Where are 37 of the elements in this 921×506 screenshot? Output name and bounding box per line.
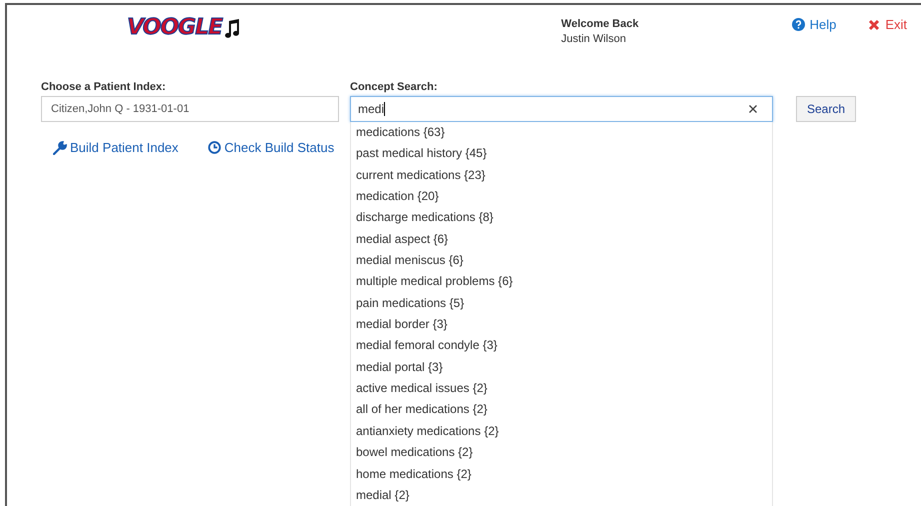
suggestion-item[interactable]: medial portal {3} [351, 356, 772, 378]
suggestion-item[interactable]: medial {2} [351, 484, 772, 506]
logo: VOOGLE [127, 14, 222, 42]
suggestion-item[interactable]: home medications {2} [351, 464, 772, 485]
suggestion-item[interactable]: bowel medications {2} [351, 442, 772, 464]
suggestion-item[interactable]: active medical issues {2} [351, 378, 772, 400]
suggestion-item[interactable]: medial meniscus {6} [351, 250, 772, 272]
wrench-icon [53, 140, 67, 155]
build-status-link[interactable]: Check Build Status [208, 138, 334, 158]
search-button[interactable]: Search [796, 96, 856, 122]
suggestion-item[interactable]: multiple medical problems {6} [351, 271, 772, 293]
field-label: Choose a Patient Index: [41, 80, 167, 95]
concept-search-field[interactable]: medi [350, 96, 773, 122]
exit-link[interactable]: Exit [868, 15, 907, 34]
welcome-text: Welcome Back [561, 17, 639, 32]
suggestion-item[interactable]: medication {20} [351, 186, 772, 208]
field-label: Concept Search: [350, 80, 438, 95]
clock-icon [208, 141, 222, 154]
suggestion-item[interactable]: medial border {3} [351, 314, 772, 336]
suggestion-item[interactable]: discharge medications {8} [351, 207, 772, 229]
help-link[interactable]: Help [792, 15, 836, 34]
help-icon [792, 18, 805, 32]
suggestion-item[interactable]: pain medications {5} [351, 292, 772, 314]
close-icon [868, 18, 880, 31]
user-name: Justin Wilson [561, 32, 627, 47]
suggestion-item[interactable]: medial femoral condyle {3} [351, 335, 772, 357]
clear-icon[interactable] [749, 105, 757, 113]
suggestion-item[interactable]: medial aspect {6} [351, 228, 772, 250]
build-index-link[interactable]: Build Patient Index [53, 138, 178, 158]
suggestion-item[interactable]: current medications {23} [351, 164, 772, 186]
suggestion-item[interactable]: medications {63} [351, 122, 772, 144]
music-note-icon [224, 18, 240, 38]
suggestion-item[interactable]: past medical history {45} [351, 143, 772, 165]
suggestion-item[interactable]: antianxiety medications {2} [351, 420, 772, 442]
suggestion-item[interactable]: all of her medications {2} [351, 399, 772, 421]
patient-index-field[interactable]: Citizen,John Q - 1931-01-01 [41, 96, 339, 122]
text-cursor [384, 102, 386, 116]
